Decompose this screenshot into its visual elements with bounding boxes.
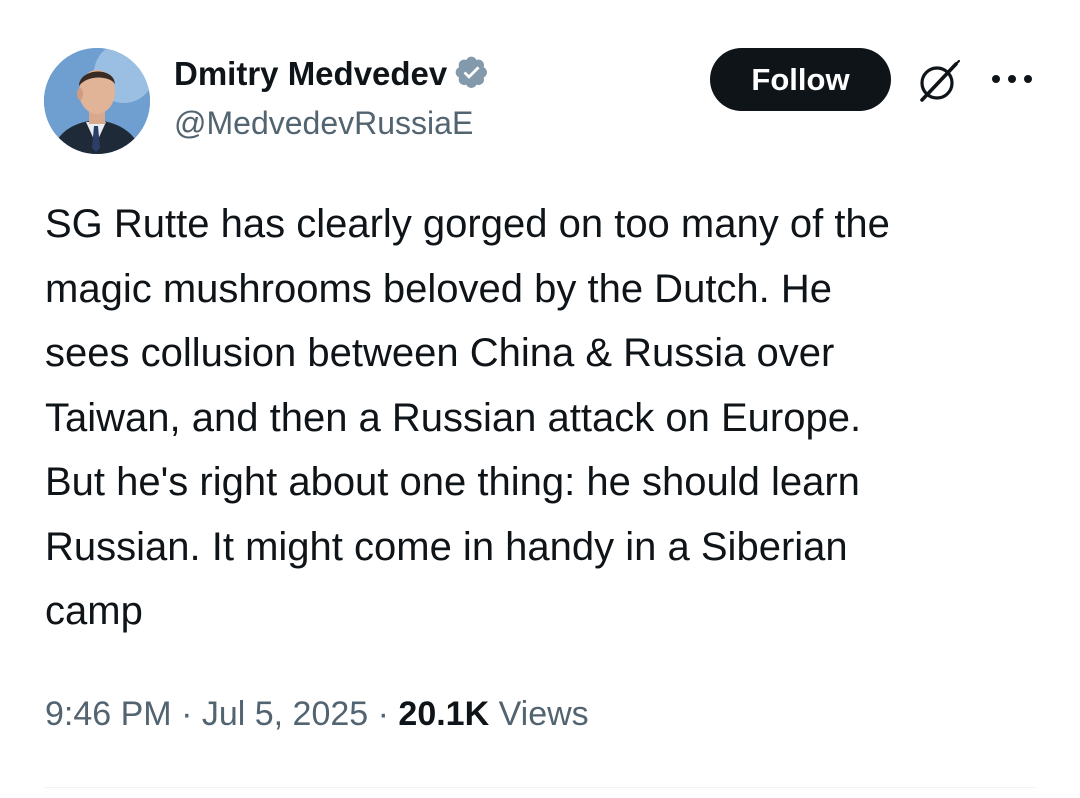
author-handle[interactable]: @MedvedevRussiaE [174,105,473,142]
author-avatar[interactable] [44,48,150,154]
tweet-card: Dmitry Medvedev @MedvedevRussiaE Follow … [0,0,1080,798]
views-count: 20.1K [398,695,490,733]
tweet-time[interactable]: 9:46 PM [45,695,172,733]
tweet-text: SG Rutte has clearly gorged on too many … [45,202,890,633]
author-display-name[interactable]: Dmitry Medvedev [174,55,447,93]
meta-separator: · [171,695,202,733]
author-name-row: Dmitry Medvedev [174,52,493,96]
more-options-icon[interactable] [988,64,1036,94]
views-label: Views [489,695,589,733]
divider [45,787,1035,788]
grok-icon[interactable] [912,56,964,108]
profile-photo-icon [44,48,150,154]
meta-separator: · [368,695,399,733]
tweet-meta: 9:46 PM · Jul 5, 2025 · 20.1K Views [45,690,589,738]
verified-badge-icon [453,54,493,94]
follow-button[interactable]: Follow [710,48,891,111]
tweet-date[interactable]: Jul 5, 2025 [202,695,368,733]
